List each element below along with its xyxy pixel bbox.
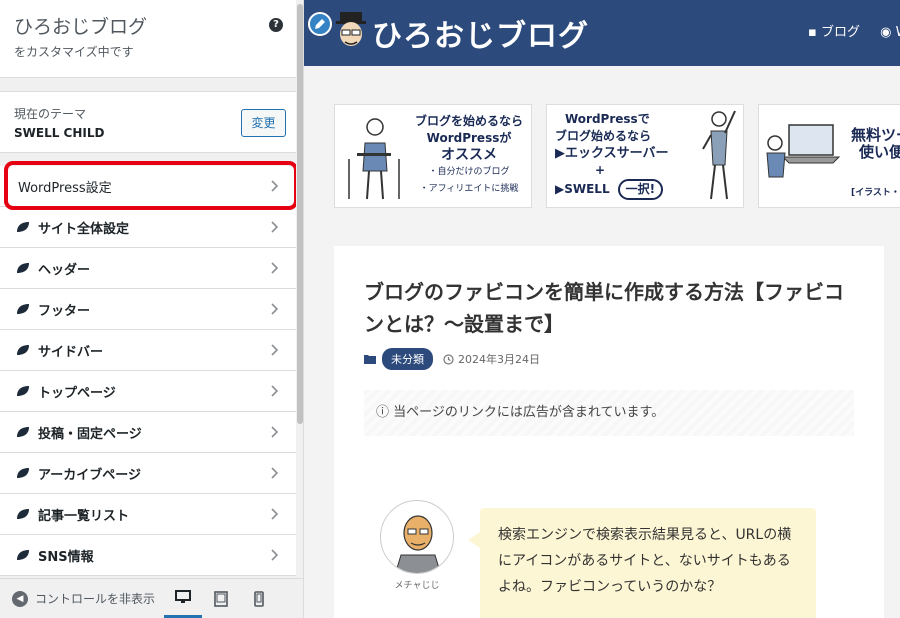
banner-row: ブログを始めるなら WordPressが オススメ ・自分だけのブログ ・アフィ… [334,104,900,208]
menu-item-label: アーカイブページ [38,467,141,483]
menu-item-sidebar[interactable]: サイドバー [0,330,296,371]
header-nav: ▪ ブログ ◉ W [808,21,900,40]
chevron-right-icon [271,467,279,479]
post-date: 2024年3月24日 [458,353,540,366]
swell-leaf-icon [17,345,29,355]
banner-text: 無料ツー 使い便 [851,126,900,161]
customizer-menu: WordPress設定 サイト全体設定 ヘッダー フッター サイドバー トップペ… [0,166,296,576]
swell-leaf-icon [17,263,29,273]
ad-notice-text: 当ページのリンクには広告が含まれています。 [393,405,665,420]
clock-icon [443,353,454,365]
site-header: ひろおじブログ ▪ ブログ ◉ W [304,0,900,66]
nav-item-wordpress[interactable]: ◉ W [880,25,900,40]
menu-item-post-list[interactable]: 記事一覧リスト [0,494,296,535]
speech-bubble: 検索エンジンで検索表示結果見ると、URLの横にアイコンがあるサイトと、ないサイト… [468,508,816,618]
category-badge[interactable]: 未分類 [382,348,433,370]
chevron-right-icon [271,385,279,397]
change-theme-button[interactable]: 変更 [241,109,286,137]
menu-item-label: 投稿・固定ページ [38,426,142,442]
swell-leaf-icon [17,304,29,314]
laptop-person-illustration [766,124,841,178]
tablet-icon [214,590,228,607]
swell-leaf-icon [17,509,29,519]
help-icon[interactable]: ? [269,18,283,32]
banner-xserver-swell[interactable]: WordPressで ブログ始めるなら ▶エックスサーバー + ▶SWELL 一択… [546,104,744,208]
menu-item-label: SNS情報 [38,549,94,565]
chevron-right-icon [271,344,279,356]
avatar-name: メチャじじ [394,581,440,591]
menu-item-site-settings[interactable]: サイト全体設定 [0,207,296,248]
menu-item-archive-page[interactable]: アーカイブページ [0,453,296,494]
swell-leaf-icon [17,222,29,232]
menu-item-header[interactable]: ヘッダー [0,248,296,289]
post-title: ブログのファビコンを簡単に作成する方法【ファビコンとは？～設置まで】 [364,280,844,336]
edit-shortcut-pencil-icon[interactable] [308,12,332,36]
site-preview: ひろおじブログ ▪ ブログ ◉ W ブログを始めるなら WordPressが オ… [304,0,900,618]
swell-leaf-icon [17,427,29,437]
menu-item-label: 記事一覧リスト [38,508,130,524]
chevron-right-icon [271,221,279,233]
info-icon: ⓘ [376,405,390,420]
collapse-controls-button[interactable]: ◀ コントロールを非表示 [0,590,160,607]
collapse-label: コントロールを非表示 [35,592,156,606]
site-title: ひろおじブログ [14,16,148,38]
chevron-right-icon [271,262,279,274]
banner-wordpress-start[interactable]: ブログを始めるなら WordPressが オススメ ・自分だけのブログ ・アフィ… [334,104,532,208]
logo-character-icon [336,12,366,46]
menu-item-label: サイト全体設定 [38,221,130,237]
chevron-right-icon [271,508,279,520]
menu-item-posts-pages[interactable]: 投稿・固定ページ [0,412,296,453]
menu-item-footer[interactable]: フッター [0,289,296,330]
menu-item-label: トップページ [38,385,116,401]
person-at-computer-illustration [348,118,400,200]
menu-item-sns[interactable]: SNS情報 [0,535,296,576]
chevron-right-icon [271,180,279,192]
ad-notice: ⓘ 当ページのリンクには広告が含まれています。 [364,390,854,436]
cheering-man-illustration [702,110,736,200]
nav-item-blog[interactable]: ▪ ブログ [808,25,868,40]
sidebar-scrollbar[interactable] [296,0,303,578]
scrollbar-thumb[interactable] [297,4,303,424]
menu-item-top-page[interactable]: トップページ [0,371,296,412]
post-card: ブログのファビコンを簡単に作成する方法【ファビコンとは？～設置まで】 未分類 2… [334,246,884,618]
banner-text: ブログを始めるなら WordPressが オススメ ・自分だけのブログ ・アフィ… [415,114,524,194]
menu-item-label: ヘッダー [38,262,91,278]
post-meta: 未分類 2024年3月24日 [364,348,540,370]
swell-leaf-icon [17,550,29,560]
device-preview-buttons [164,579,278,618]
menu-item-label: WordPress設定 [18,180,112,196]
chevron-right-icon [271,549,279,561]
site-logo-text[interactable]: ひろおじブログ [372,11,589,55]
mobile-preview-button[interactable] [240,579,278,618]
customizer-footer: ◀ コントロールを非表示 [0,578,303,618]
customizing-subtitle: をカスタマイズ中です [14,45,134,59]
desktop-preview-button[interactable] [164,579,202,618]
menu-item-wordpress-settings[interactable]: WordPress設定 [0,166,296,207]
chevron-right-icon [271,426,279,438]
desktop-icon [175,589,191,603]
customizer-sidebar: ひろおじブログ をカスタマイズ中です ? 現在のテーマ SWELL CHILD … [0,0,304,618]
banner-free-tools[interactable]: 無料ツー 使い便 [イラスト・写真・ツー [758,104,900,208]
active-theme-panel: 現在のテーマ SWELL CHILD 変更 [0,91,296,153]
collapse-arrow-icon: ◀ [12,590,28,607]
chevron-right-icon [271,303,279,315]
menu-item-label: フッター [38,303,91,319]
swell-leaf-icon [17,468,29,478]
avatar [380,500,454,574]
swell-leaf-icon [17,386,29,396]
banner-text: WordPressで ブログ始めるなら ▶エックスサーバー + ▶SWELL 一択… [555,111,668,200]
mobile-icon [254,590,264,607]
tablet-preview-button[interactable] [202,579,240,618]
banner-subtext: [イラスト・写真・ツー [851,188,900,198]
folder-icon [364,355,376,364]
menu-item-label: サイドバー [38,344,104,360]
customizer-header: ひろおじブログ をカスタマイズ中です ? [0,0,303,78]
